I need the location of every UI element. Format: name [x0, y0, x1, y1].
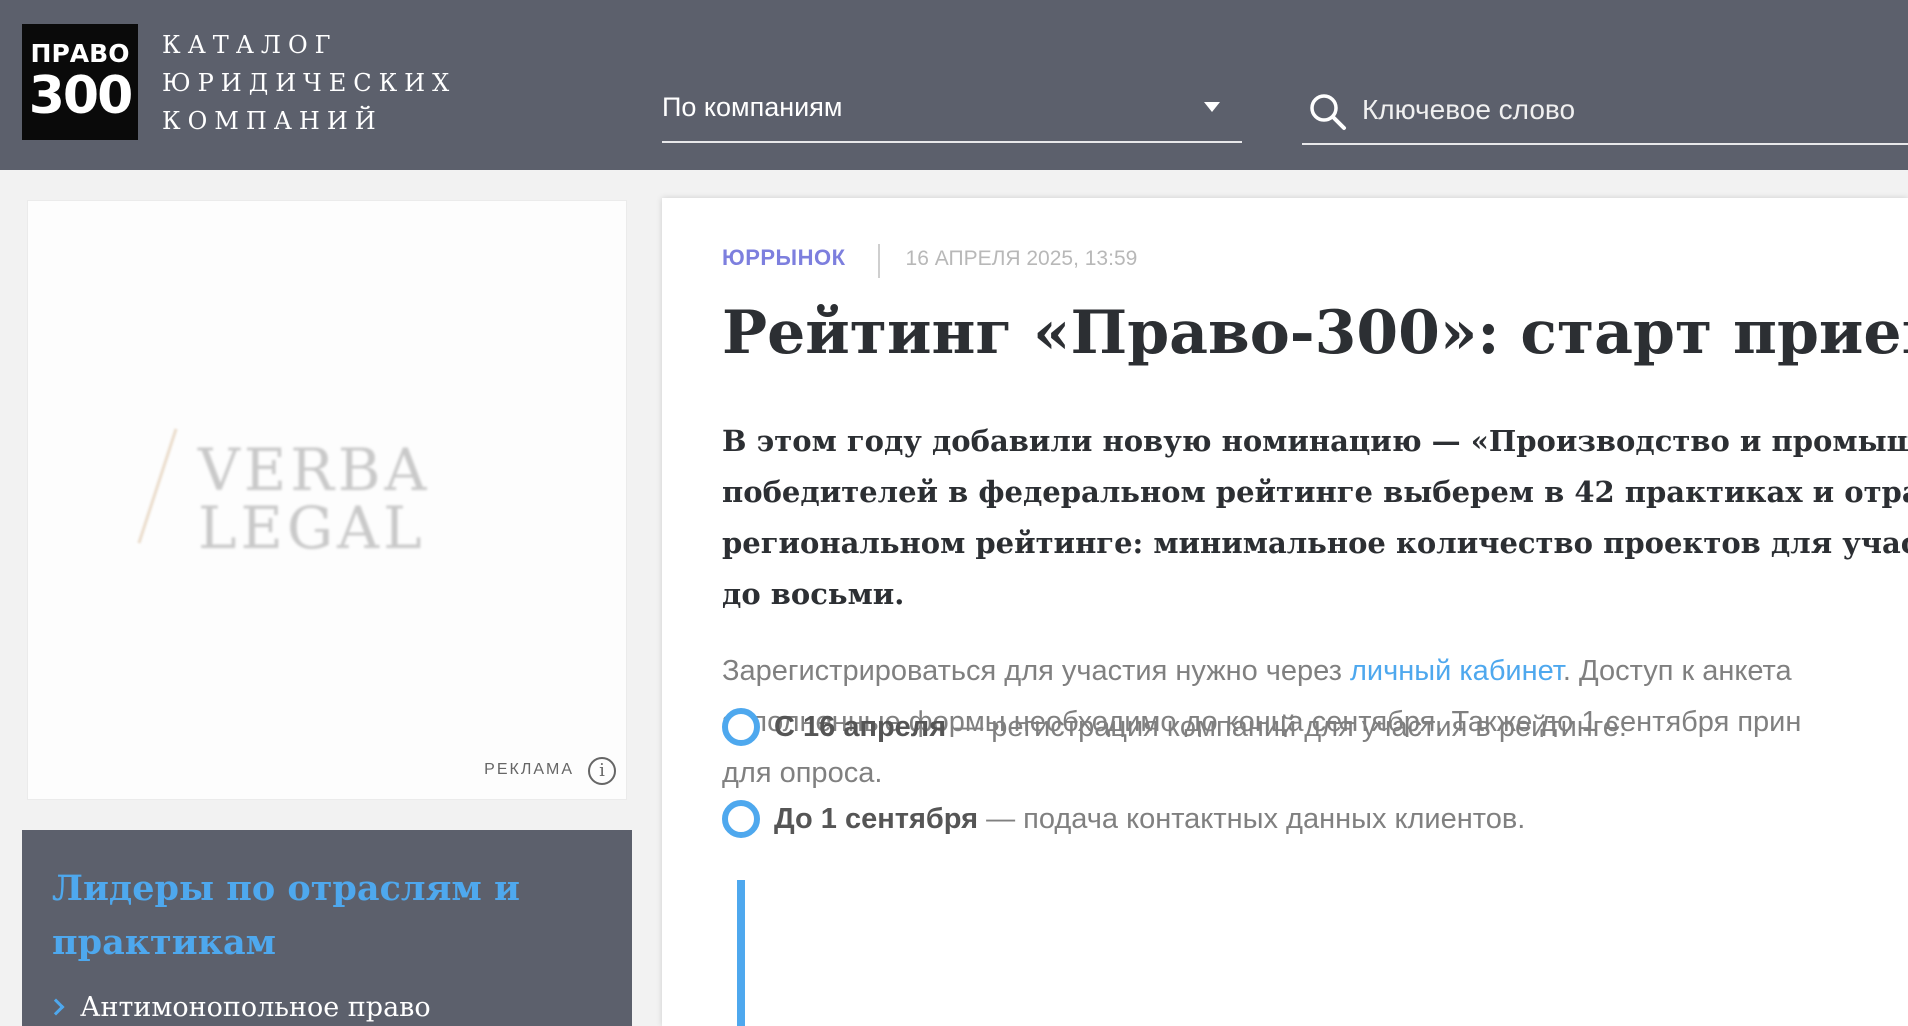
lead-line: В этом году добавили новую номинацию — «… [722, 424, 1908, 458]
body-line: для опроса. [722, 757, 883, 789]
ad-banner[interactable]: VERBA LEGAL РЕКЛАМА i [27, 200, 627, 800]
timeline-line [737, 880, 745, 1026]
info-icon[interactable]: i [588, 757, 616, 785]
lead-line: региональном рейтинге: минимальное колич… [722, 526, 1908, 560]
article-meta: ЮРРЫНОК 16 АПРЕЛЯ 2025, 13:59 [722, 244, 1137, 278]
lead-line: победителей в федеральном рейтинге выбер… [722, 475, 1908, 509]
timeline-text: С 16 апреля — регистрация компаний для у… [774, 706, 1627, 748]
meta-divider [877, 244, 880, 278]
search-icon[interactable] [1308, 92, 1348, 132]
leaders-panel: Лидеры по отраслям и практикам Антимоноп… [22, 830, 632, 1026]
timeline-description: — регистрация компаний для участия в рей… [946, 711, 1627, 743]
chevron-down-icon [1204, 102, 1220, 112]
site-tagline: КАТАЛОГ ЮРИДИЧЕСКИХ КОМПАНИЙ [162, 26, 456, 140]
body-line: Зарегистрироваться для участия нужно чер… [722, 646, 1908, 697]
search-bar [1302, 88, 1908, 145]
timeline-date: С 16 апреля [774, 711, 947, 743]
personal-account-link[interactable]: личный кабинет [1350, 655, 1563, 687]
body-text-segment: . Доступ к анкета [1562, 655, 1792, 687]
logo[interactable]: ПРАВО 300 [22, 24, 138, 140]
site-header: ПРАВО 300 КАТАЛОГ ЮРИДИЧЕСКИХ КОМПАНИЙ П… [0, 0, 1908, 170]
ad-brand-logo: VERBA LEGAL [198, 441, 430, 557]
ad-brand-line1: VERBA [198, 436, 431, 504]
timeline-text: До 1 сентября — подача контактных данных… [774, 798, 1525, 840]
article-lead: В этом году добавили новую номинацию — «… [722, 416, 1908, 620]
body-text-segment: Зарегистрироваться для участия нужно чер… [722, 655, 1351, 687]
search-scope-value: По компаниям [662, 92, 843, 122]
timeline-dot [722, 800, 760, 838]
timeline-description: — подача контактных данных клиентов. [978, 803, 1526, 835]
article-card: ЮРРЫНОК 16 АПРЕЛЯ 2025, 13:59 Рейтинг «Пр… [662, 198, 1908, 1026]
ad-brand-line2: LEGAL [198, 494, 426, 562]
ad-label: РЕКЛАМА [484, 761, 574, 778]
leaders-item-label: Антимонопольное право [80, 992, 431, 1023]
lead-line: до восьми. [722, 577, 905, 611]
search-input[interactable] [1362, 90, 1882, 130]
logo-text-line2: 300 [28, 66, 134, 126]
tagline-line1: КАТАЛОГ [162, 31, 338, 59]
logo-text-line1: ПРАВО [30, 39, 130, 68]
leaders-title: Лидеры по отраслям и практикам [52, 868, 520, 963]
article-category-link[interactable]: ЮРРЫНОК [722, 245, 846, 270]
timeline-dot [722, 708, 760, 746]
chevron-right-icon [47, 998, 65, 1016]
leaders-list-item[interactable]: Антимонопольное право [47, 992, 431, 1023]
article-date: 16 АПРЕЛЯ 2025, 13:59 [905, 247, 1138, 271]
ad-brand-slash [137, 428, 178, 544]
timeline-date: До 1 сентября [774, 803, 979, 835]
search-scope-select[interactable]: По компаниям [662, 88, 1242, 143]
article-title: Рейтинг «Право-300»: старт приема [722, 298, 1908, 368]
tagline-line2: ЮРИДИЧЕСКИХ [162, 69, 457, 97]
tagline-line3: КОМПАНИЙ [162, 107, 383, 135]
